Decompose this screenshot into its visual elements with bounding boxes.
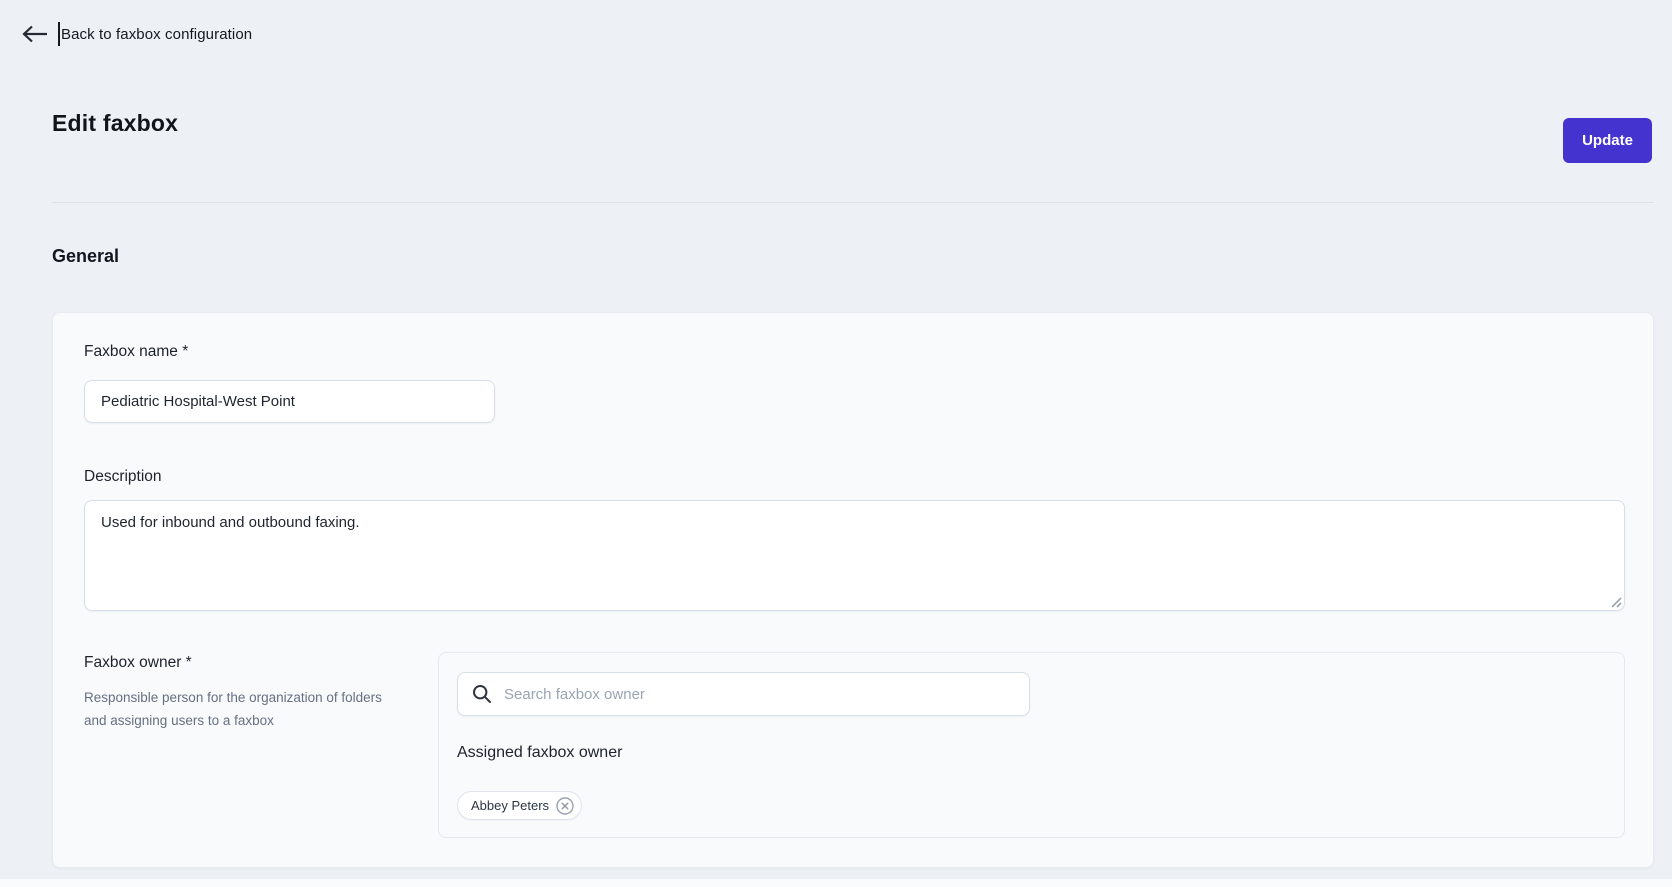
owner-search-wrapper xyxy=(457,672,1030,716)
faxbox-owner-helper-text: Responsible person for the organization … xyxy=(84,686,384,732)
back-link-label: Back to faxbox configuration xyxy=(61,26,252,43)
description-label: Description xyxy=(84,468,162,486)
remove-owner-icon[interactable] xyxy=(556,797,574,815)
faxbox-name-label: Faxbox name * xyxy=(84,343,188,361)
bottom-edge-strip xyxy=(0,879,1672,887)
search-icon xyxy=(472,684,492,704)
description-textarea[interactable]: Used for inbound and outbound faxing. xyxy=(84,500,1625,611)
text-caret xyxy=(58,22,60,46)
page-title: Edit faxbox xyxy=(52,110,178,137)
faxbox-owner-label: Faxbox owner * xyxy=(84,654,192,672)
assigned-owner-chip[interactable]: Abbey Peters xyxy=(457,791,582,820)
description-field-wrapper: Used for inbound and outbound faxing. xyxy=(84,500,1625,611)
back-arrow-icon xyxy=(20,24,50,44)
section-heading-general: General xyxy=(52,246,119,267)
assigned-owner-heading: Assigned faxbox owner xyxy=(457,744,622,762)
back-link[interactable]: Back to faxbox configuration xyxy=(20,22,252,46)
update-button[interactable]: Update xyxy=(1563,118,1652,163)
owner-search-input[interactable] xyxy=(457,672,1030,716)
header-divider xyxy=(52,202,1654,203)
faxbox-name-input[interactable] xyxy=(84,380,495,423)
assigned-owner-name: Abbey Peters xyxy=(471,798,549,813)
